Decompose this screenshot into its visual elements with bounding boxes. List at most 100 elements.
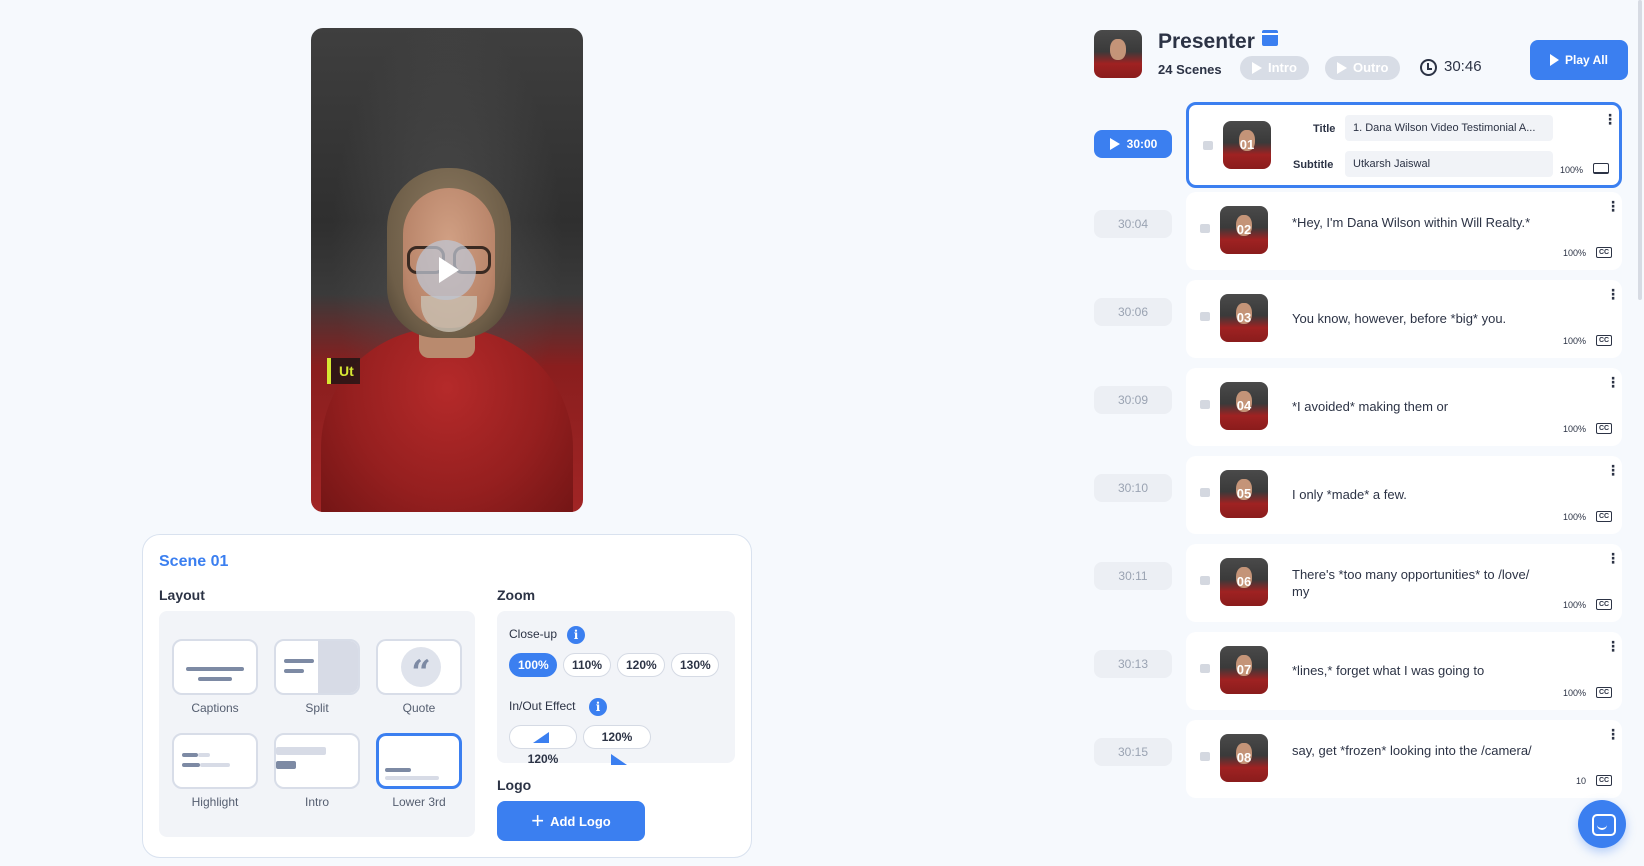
closeup-option-120[interactable]: 120% [617, 653, 665, 677]
scene-time-button[interactable]: 30:15 [1094, 738, 1172, 766]
lower-third-overlay: Ut [327, 358, 360, 384]
intro-button[interactable]: Intro [1240, 56, 1309, 80]
drag-handle-icon[interactable] [1200, 400, 1210, 409]
layout-heading: Layout [159, 587, 205, 603]
closeup-option-110[interactable]: 110% [563, 653, 611, 677]
inout-effect-label: In/Out Effect [509, 699, 576, 713]
closed-captions-icon[interactable]: CC [1596, 423, 1612, 434]
more-options-icon[interactable]: ⋮ [1603, 112, 1617, 131]
scene-card[interactable]: 02 *Hey, I'm Dana Wilson within Will Real… [1186, 192, 1622, 270]
scene-number: 08 [1236, 750, 1252, 765]
outro-button[interactable]: Outro [1325, 56, 1401, 80]
volume-percent: 100% [1562, 688, 1586, 698]
layout-preview-quote: “ [376, 639, 462, 695]
add-logo-button[interactable]: + Add Logo [497, 801, 645, 841]
out-effect-value: 120% [601, 730, 633, 744]
more-options-icon[interactable]: ⋮ [1606, 639, 1620, 658]
closeup-label: Close-up [509, 627, 558, 641]
zoom-options: Close-up i 100% 110% 120% 130% In/Out Ef… [497, 611, 735, 766]
scene-caption-text[interactable]: *lines,* forget what I was going to [1292, 662, 1532, 679]
scene-card[interactable]: 06 There's *too many opportunities* to /l… [1186, 544, 1622, 622]
scene-card[interactable]: 05 I only *made* a few. ⋮ 100% CC [1186, 456, 1622, 534]
scrollbar[interactable] [1638, 0, 1642, 300]
title-field[interactable]: 1. Dana Wilson Video Testimonial A... [1345, 115, 1553, 141]
scene-caption-text[interactable]: There's *too many opportunities* to /lov… [1292, 566, 1532, 600]
layout-label: Quote [402, 701, 436, 715]
layout-label: Lower 3rd [392, 795, 446, 809]
scene-time-button[interactable]: 30:00 [1094, 130, 1172, 158]
info-icon[interactable]: i [589, 698, 607, 716]
subtitle-field-label: Subtitle [1293, 159, 1334, 171]
drag-handle-icon[interactable] [1203, 141, 1213, 150]
layout-option-quote[interactable]: “ Quote [368, 639, 470, 715]
drag-handle-icon[interactable] [1200, 664, 1210, 673]
scene-thumbnail: 05 [1220, 470, 1268, 518]
drag-handle-icon[interactable] [1200, 576, 1210, 585]
closeup-option-130[interactable]: 130% [671, 653, 719, 677]
more-options-icon[interactable]: ⋮ [1606, 727, 1620, 746]
scene-card[interactable]: 08 say, get *frozen* looking into the /ca… [1186, 720, 1622, 798]
out-effect-button[interactable]: 120% [583, 725, 651, 766]
scene-caption-text[interactable]: *Hey, I'm Dana Wilson within Will Realty… [1292, 214, 1532, 231]
closed-captions-icon[interactable]: CC [1596, 511, 1612, 522]
closed-captions-icon[interactable]: CC [1596, 775, 1612, 786]
scene-card[interactable]: 07 *lines,* forget what I was going to ⋮ 10… [1186, 632, 1622, 710]
scene-time-button[interactable]: 30:04 [1094, 210, 1172, 238]
play-overlay-button[interactable] [416, 240, 476, 300]
presenter-avatar [1094, 30, 1142, 78]
scene-time-button[interactable]: 30:10 [1094, 474, 1172, 502]
layout-option-lower-third[interactable]: Lower 3rd [368, 733, 470, 809]
zoom-out-ramp-icon [611, 754, 627, 766]
volume-percent: 100% [1559, 165, 1583, 175]
scene-thumbnail: 03 [1220, 294, 1268, 342]
scene-card[interactable]: 01 Title 1. Dana Wilson Video Testimonia… [1186, 102, 1622, 188]
scene-thumbnail: 07 [1220, 646, 1268, 694]
volume-percent: 100% [1562, 248, 1586, 258]
scene-title: Scene 01 [159, 553, 229, 570]
layout-preview-lower-third [376, 733, 462, 789]
subtitles-icon[interactable] [1593, 163, 1609, 174]
layout-option-intro[interactable]: Intro [266, 733, 368, 809]
video-preview[interactable]: Ut [311, 28, 583, 512]
scene-time-button[interactable]: 30:06 [1094, 298, 1172, 326]
more-options-icon[interactable]: ⋮ [1606, 551, 1620, 570]
scene-time-button[interactable]: 30:13 [1094, 650, 1172, 678]
scene-card[interactable]: 04 *I avoided* making them or ⋮ 100% CC [1186, 368, 1622, 446]
closeup-option-100[interactable]: 100% [509, 653, 557, 677]
info-icon[interactable]: i [567, 626, 585, 644]
scene-caption-text[interactable]: *I avoided* making them or [1292, 398, 1532, 415]
scene-thumbnail: 02 [1220, 206, 1268, 254]
in-effect-button[interactable]: 120% [509, 725, 577, 766]
drag-handle-icon[interactable] [1200, 488, 1210, 497]
subtitle-field[interactable]: Utkarsh Jaiswal [1345, 151, 1553, 177]
more-options-icon[interactable]: ⋮ [1606, 463, 1620, 482]
zoom-heading: Zoom [497, 587, 536, 603]
scene-caption-text[interactable]: You know, however, before *big* you. [1292, 310, 1532, 327]
closed-captions-icon[interactable]: CC [1596, 687, 1612, 698]
scene-number: 02 [1236, 222, 1252, 237]
drag-handle-icon[interactable] [1200, 752, 1210, 761]
play-all-button[interactable]: Play All [1530, 40, 1628, 80]
drag-handle-icon[interactable] [1200, 312, 1210, 321]
layout-label: Split [305, 701, 329, 715]
closed-captions-icon[interactable]: CC [1596, 247, 1612, 258]
closed-captions-icon[interactable]: CC [1596, 599, 1612, 610]
layout-option-captions[interactable]: Captions [164, 639, 266, 715]
scene-card[interactable]: 03 You know, however, before *big* you. ⋮ 1… [1186, 280, 1622, 358]
quote-icon: “ [401, 647, 441, 693]
scene-number: 07 [1236, 662, 1252, 677]
scene-time-button[interactable]: 30:11 [1094, 562, 1172, 590]
closed-captions-icon[interactable]: CC [1596, 335, 1612, 346]
more-options-icon[interactable]: ⋮ [1606, 287, 1620, 306]
chat-support-icon[interactable] [1578, 800, 1626, 848]
volume-percent: 100% [1562, 336, 1586, 346]
drag-handle-icon[interactable] [1200, 224, 1210, 233]
scene-time-button[interactable]: 30:09 [1094, 386, 1172, 414]
scene-caption-text[interactable]: say, get *frozen* looking into the /came… [1292, 742, 1532, 759]
more-options-icon[interactable]: ⋮ [1606, 199, 1620, 218]
layout-option-highlight[interactable]: Highlight [164, 733, 266, 809]
layout-option-split[interactable]: Split [266, 639, 368, 715]
more-options-icon[interactable]: ⋮ [1606, 375, 1620, 394]
scene-caption-text[interactable]: I only *made* a few. [1292, 486, 1532, 503]
layout-preview-captions [172, 639, 258, 695]
